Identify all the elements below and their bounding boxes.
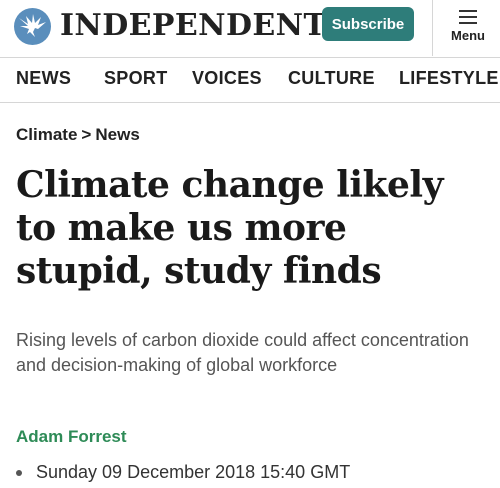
nav-item-lifestyle[interactable]: LIFESTYLE bbox=[399, 68, 499, 89]
menu-label: Menu bbox=[451, 28, 485, 43]
site-logo[interactable]: INDEPENDENT bbox=[60, 9, 326, 43]
nav-item-sport[interactable]: SPORT bbox=[104, 68, 168, 89]
publish-date-text: Sunday 09 December 2018 15:40 GMT bbox=[36, 462, 351, 482]
author-link[interactable]: Adam Forrest bbox=[16, 427, 127, 447]
article-standfirst: Rising levels of carbon dioxide could af… bbox=[16, 330, 469, 375]
site-header: INDEPENDENT Subscribe Menu bbox=[0, 0, 500, 56]
menu-button[interactable]: Menu bbox=[440, 6, 496, 50]
subscribe-button[interactable]: Subscribe bbox=[322, 7, 414, 41]
article-headline: Climate change likely to make us more st… bbox=[16, 164, 443, 292]
breadcrumb: Climate > News bbox=[16, 125, 140, 145]
breadcrumb-climate[interactable]: Climate bbox=[16, 125, 77, 144]
nav-item-culture[interactable]: CULTURE bbox=[288, 68, 375, 89]
header-divider bbox=[432, 0, 433, 56]
breadcrumb-separator: > bbox=[81, 125, 92, 144]
hamburger-icon bbox=[459, 10, 477, 24]
nav-item-news[interactable]: NEWS bbox=[16, 68, 71, 89]
bullet-icon bbox=[16, 470, 22, 477]
breadcrumb-news[interactable]: News bbox=[95, 125, 139, 144]
nav-item-voices[interactable]: VOICES bbox=[192, 68, 262, 89]
publish-date: Sunday 09 December 2018 15:40 GMT bbox=[16, 462, 350, 483]
eagle-icon[interactable] bbox=[14, 8, 51, 45]
main-nav: NEWS SPORT VOICES CULTURE LIFESTYLE bbox=[0, 57, 500, 103]
